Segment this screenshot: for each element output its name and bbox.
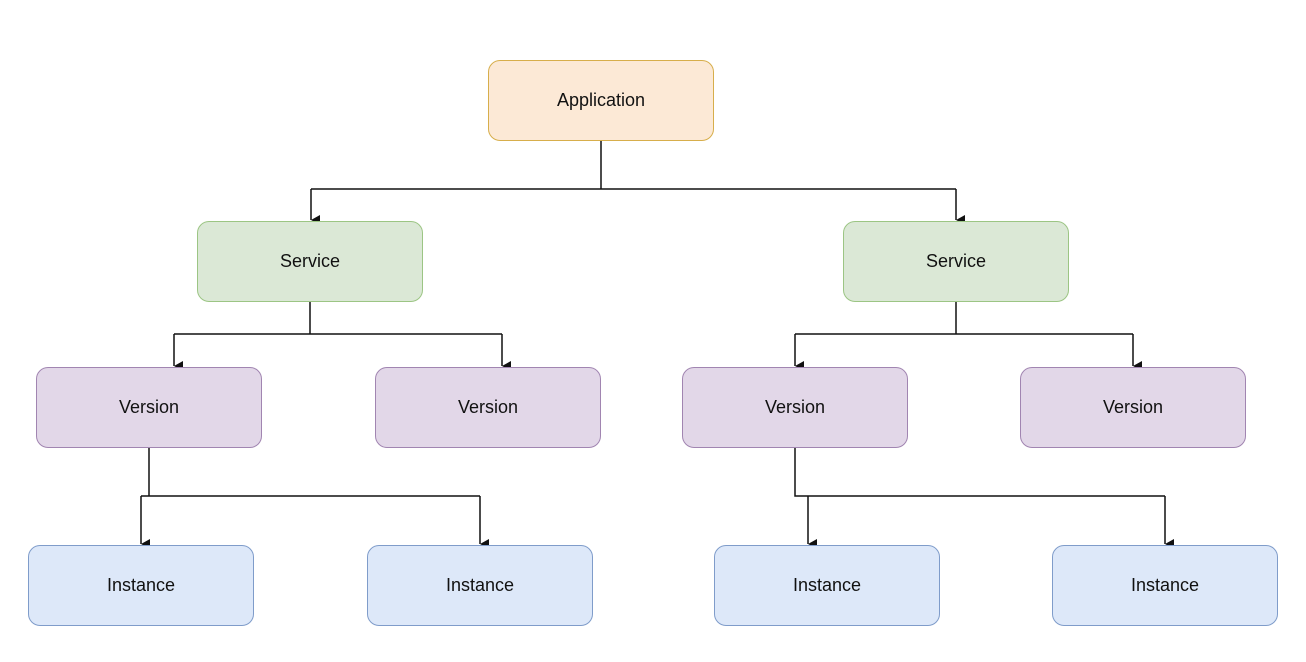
version-node[interactable]: Version — [36, 367, 262, 448]
instance-label: Instance — [792, 575, 862, 595]
instance-node[interactable]: Instance — [28, 545, 254, 626]
edge-version-3-instances — [794, 448, 1165, 497]
instance-label: Instance — [445, 575, 515, 595]
edge-service-left-versions — [174, 302, 502, 335]
service-label: Service — [925, 251, 987, 271]
version-label: Version — [1102, 397, 1164, 417]
version-label: Version — [457, 397, 519, 417]
instance-node[interactable]: Instance — [1052, 545, 1278, 626]
version-node[interactable]: Version — [375, 367, 601, 448]
instance-label: Instance — [1130, 575, 1200, 595]
service-node[interactable]: Service — [197, 221, 423, 302]
application-node[interactable]: Application — [488, 60, 714, 141]
version-node[interactable]: Version — [682, 367, 908, 448]
service-node[interactable]: Service — [843, 221, 1069, 302]
version-label: Version — [764, 397, 826, 417]
instance-node[interactable]: Instance — [367, 545, 593, 626]
service-label: Service — [279, 251, 341, 271]
version-label: Version — [118, 397, 180, 417]
instance-label: Instance — [106, 575, 176, 595]
edge-service-right-versions — [795, 302, 1133, 335]
edge-version-1-instances — [141, 448, 480, 497]
edge-app-services — [311, 141, 956, 190]
version-node[interactable]: Version — [1020, 367, 1246, 448]
instance-node[interactable]: Instance — [714, 545, 940, 626]
application-label: Application — [556, 90, 646, 110]
